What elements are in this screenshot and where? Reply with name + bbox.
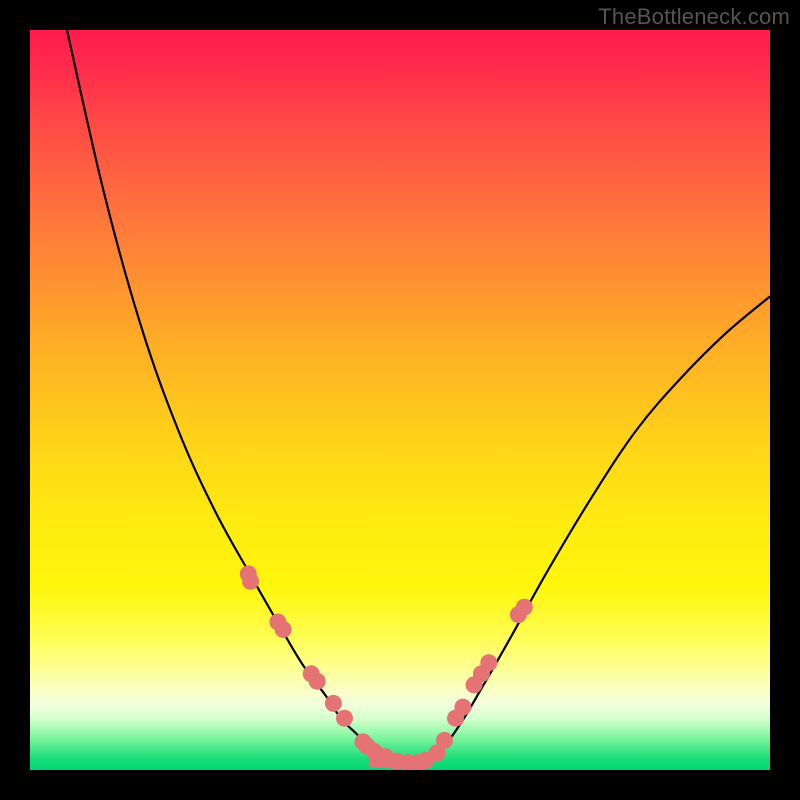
- chart-frame: TheBottleneck.com: [0, 0, 800, 800]
- curve-group: [67, 30, 770, 763]
- left-curve: [67, 30, 400, 763]
- data-point: [242, 573, 259, 590]
- chart-overlay: [30, 30, 770, 770]
- data-point: [516, 599, 533, 616]
- data-point: [436, 732, 453, 749]
- data-point: [480, 654, 497, 671]
- watermark-text: TheBottleneck.com: [598, 4, 790, 30]
- data-point: [336, 710, 353, 727]
- data-point: [275, 621, 292, 638]
- dots-group: [240, 565, 533, 770]
- data-point: [309, 673, 326, 690]
- plot-area: [30, 30, 770, 770]
- data-point: [454, 699, 471, 716]
- data-point: [325, 695, 342, 712]
